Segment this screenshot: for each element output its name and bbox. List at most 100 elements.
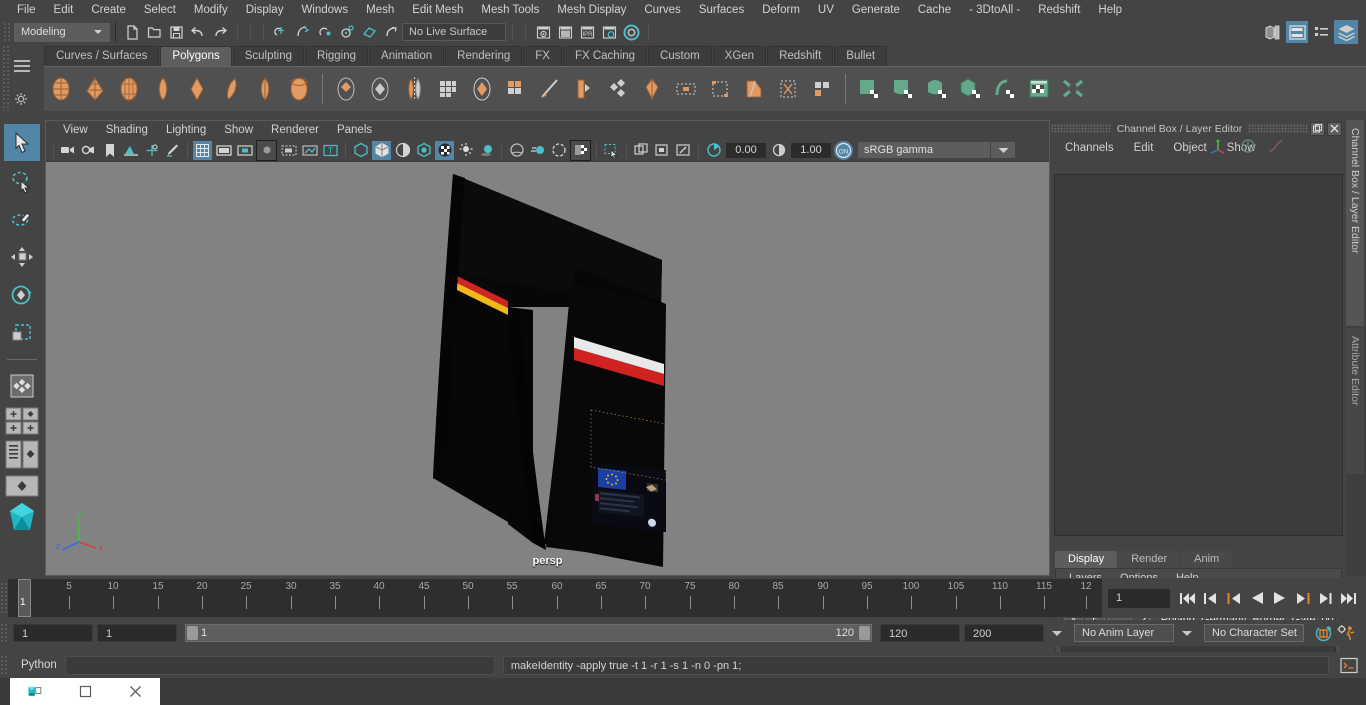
poly-bevel-icon[interactable] bbox=[533, 71, 567, 107]
new-scene-icon[interactable] bbox=[122, 22, 142, 42]
viewport-menu-shading[interactable]: Shading bbox=[97, 121, 157, 139]
menu-redshift[interactable]: Redshift bbox=[1029, 0, 1089, 20]
shelf-tab-fx-caching[interactable]: FX Caching bbox=[562, 46, 648, 66]
menu-display[interactable]: Display bbox=[237, 0, 293, 20]
menu-help[interactable]: Help bbox=[1089, 0, 1131, 20]
layer-tab-render[interactable]: Render bbox=[1118, 551, 1181, 568]
save-scene-icon[interactable] bbox=[166, 22, 186, 42]
menu-curves[interactable]: Curves bbox=[635, 0, 689, 20]
viewport-menu-lighting[interactable]: Lighting bbox=[157, 121, 215, 139]
viewport-menu-show[interactable]: Show bbox=[215, 121, 262, 139]
open-outliner-icon[interactable] bbox=[1310, 21, 1332, 43]
shelf-tab-rendering[interactable]: Rendering bbox=[445, 46, 523, 66]
taskbar-close-window-icon[interactable] bbox=[110, 678, 160, 705]
poly-combine-icon[interactable] bbox=[363, 71, 397, 107]
panel-layout-single-persp-icon[interactable] bbox=[4, 473, 40, 499]
menu-mesh[interactable]: Mesh bbox=[357, 0, 403, 20]
character-set-chevron-icon[interactable] bbox=[1182, 630, 1192, 636]
timeline-drag-handle[interactable] bbox=[0, 582, 7, 614]
panel-drag-handle-right[interactable] bbox=[1248, 124, 1308, 133]
shelf-tab-bullet[interactable]: Bullet bbox=[834, 46, 888, 66]
animation-preferences-icon[interactable] bbox=[1337, 623, 1356, 643]
menu-edit-mesh[interactable]: Edit Mesh bbox=[403, 0, 472, 20]
snap-to-projected-center-icon[interactable] bbox=[337, 22, 357, 42]
shelf-tab-redshift[interactable]: Redshift bbox=[767, 46, 834, 66]
open-hypershade-icon[interactable] bbox=[1262, 21, 1284, 43]
uv-planar-icon[interactable] bbox=[852, 71, 886, 107]
timeline-ticks[interactable]: 1 5 10 15 20 25 30 35 40 45 50 55 60 65 … bbox=[8, 579, 1102, 617]
playback-end-time-field[interactable]: 120 bbox=[880, 624, 960, 642]
poly-smooth-icon[interactable] bbox=[431, 71, 465, 107]
anim-layer-select[interactable]: No Anim Layer bbox=[1074, 624, 1174, 642]
shelf-tab-xgen[interactable]: XGen bbox=[712, 46, 767, 66]
shadows-icon[interactable] bbox=[477, 141, 496, 160]
shelf-tab-animation[interactable]: Animation bbox=[369, 46, 445, 66]
taskbar-maya-app-icon[interactable] bbox=[10, 678, 60, 705]
menu-windows[interactable]: Windows bbox=[292, 0, 357, 20]
menu-mesh-tools[interactable]: Mesh Tools bbox=[472, 0, 548, 20]
resolution-gate-icon[interactable] bbox=[235, 141, 254, 160]
current-frame-field[interactable]: 1 bbox=[1108, 588, 1170, 608]
command-line-drag-handle[interactable] bbox=[0, 655, 7, 675]
last-tool-used[interactable] bbox=[4, 367, 40, 404]
play-forwards-icon[interactable] bbox=[1270, 588, 1289, 608]
anti-aliasing-icon[interactable] bbox=[549, 141, 568, 160]
uv-cylindrical-icon[interactable] bbox=[886, 71, 920, 107]
select-camera-icon[interactable] bbox=[58, 141, 77, 160]
menu-set-selector[interactable]: Modeling bbox=[14, 22, 110, 42]
flat-shading-icon[interactable] bbox=[393, 141, 412, 160]
auto-keyframe-icon[interactable] bbox=[1314, 623, 1333, 643]
poly-reduce-icon[interactable] bbox=[465, 71, 499, 107]
motion-blur-icon[interactable] bbox=[528, 141, 547, 160]
close-panel-icon[interactable] bbox=[1327, 121, 1342, 136]
anim-layer-chevron-icon[interactable] bbox=[1052, 630, 1062, 636]
poly-merge-icon[interactable] bbox=[703, 71, 737, 107]
poly-uv-icon[interactable] bbox=[805, 71, 839, 107]
viewport-menu-panels[interactable]: Panels bbox=[328, 121, 381, 139]
live-surface-field[interactable]: No Live Surface bbox=[402, 23, 506, 41]
step-back-key-icon[interactable] bbox=[1201, 588, 1220, 608]
color-profile-chevron-icon[interactable] bbox=[991, 142, 1015, 158]
go-to-end-icon[interactable] bbox=[1339, 588, 1358, 608]
statusbar-drag-handle[interactable] bbox=[3, 22, 10, 42]
texture-toggle-icon[interactable]: T bbox=[321, 141, 340, 160]
manipulator-axis-icon[interactable] bbox=[1208, 137, 1228, 158]
open-scene-icon[interactable] bbox=[144, 22, 164, 42]
display-layer-3-icon[interactable] bbox=[674, 141, 693, 160]
poly-boolean-icon[interactable] bbox=[329, 71, 363, 107]
menu-file[interactable]: File bbox=[8, 0, 45, 20]
poly-bridge-icon[interactable] bbox=[567, 71, 601, 107]
smooth-shading-icon[interactable] bbox=[372, 140, 391, 160]
isolate-select-icon[interactable] bbox=[602, 141, 621, 160]
poly-torus-icon[interactable] bbox=[214, 71, 248, 107]
poly-append-icon[interactable] bbox=[601, 71, 635, 107]
range-drag-handle[interactable] bbox=[0, 623, 7, 643]
uv-layout-icon[interactable] bbox=[1056, 71, 1090, 107]
rotate-tool[interactable] bbox=[4, 276, 40, 313]
xray-joints-icon[interactable] bbox=[300, 141, 319, 160]
redo-icon[interactable] bbox=[210, 22, 230, 42]
menu-edit[interactable]: Edit bbox=[45, 0, 83, 20]
open-render-view-icon[interactable] bbox=[1286, 21, 1308, 43]
textured-mode-icon[interactable] bbox=[435, 140, 454, 160]
shelf-tab-curves-surfaces[interactable]: Curves / Surfaces bbox=[44, 46, 160, 66]
camera-attributes-icon[interactable] bbox=[79, 141, 98, 160]
viewport-menu-renderer[interactable]: Renderer bbox=[262, 121, 328, 139]
go-to-start-icon[interactable] bbox=[1178, 588, 1197, 608]
channel-box-attribute-list[interactable] bbox=[1054, 174, 1343, 536]
film-gate-icon[interactable] bbox=[214, 141, 233, 160]
shelf-drag-handle[interactable] bbox=[2, 45, 9, 111]
panel-layout-outliner-persp-icon[interactable] bbox=[4, 438, 40, 472]
range-slider[interactable]: 1 120 bbox=[185, 624, 872, 642]
command-language-label[interactable]: Python bbox=[7, 659, 65, 671]
menu-modify[interactable]: Modify bbox=[185, 0, 237, 20]
toggle-rendering-flags-icon[interactable] bbox=[621, 22, 641, 42]
shelf-tab-custom[interactable]: Custom bbox=[648, 46, 712, 66]
snap-to-point-icon[interactable] bbox=[315, 22, 335, 42]
display-layer-1-icon[interactable] bbox=[632, 141, 651, 160]
gamma-field[interactable]: 1.00 bbox=[791, 142, 831, 158]
paint-select-tool[interactable] bbox=[4, 200, 40, 237]
xray-icon[interactable] bbox=[279, 141, 298, 160]
open-layer-editor-icon[interactable] bbox=[1334, 20, 1358, 44]
range-end-handle[interactable] bbox=[859, 626, 870, 640]
